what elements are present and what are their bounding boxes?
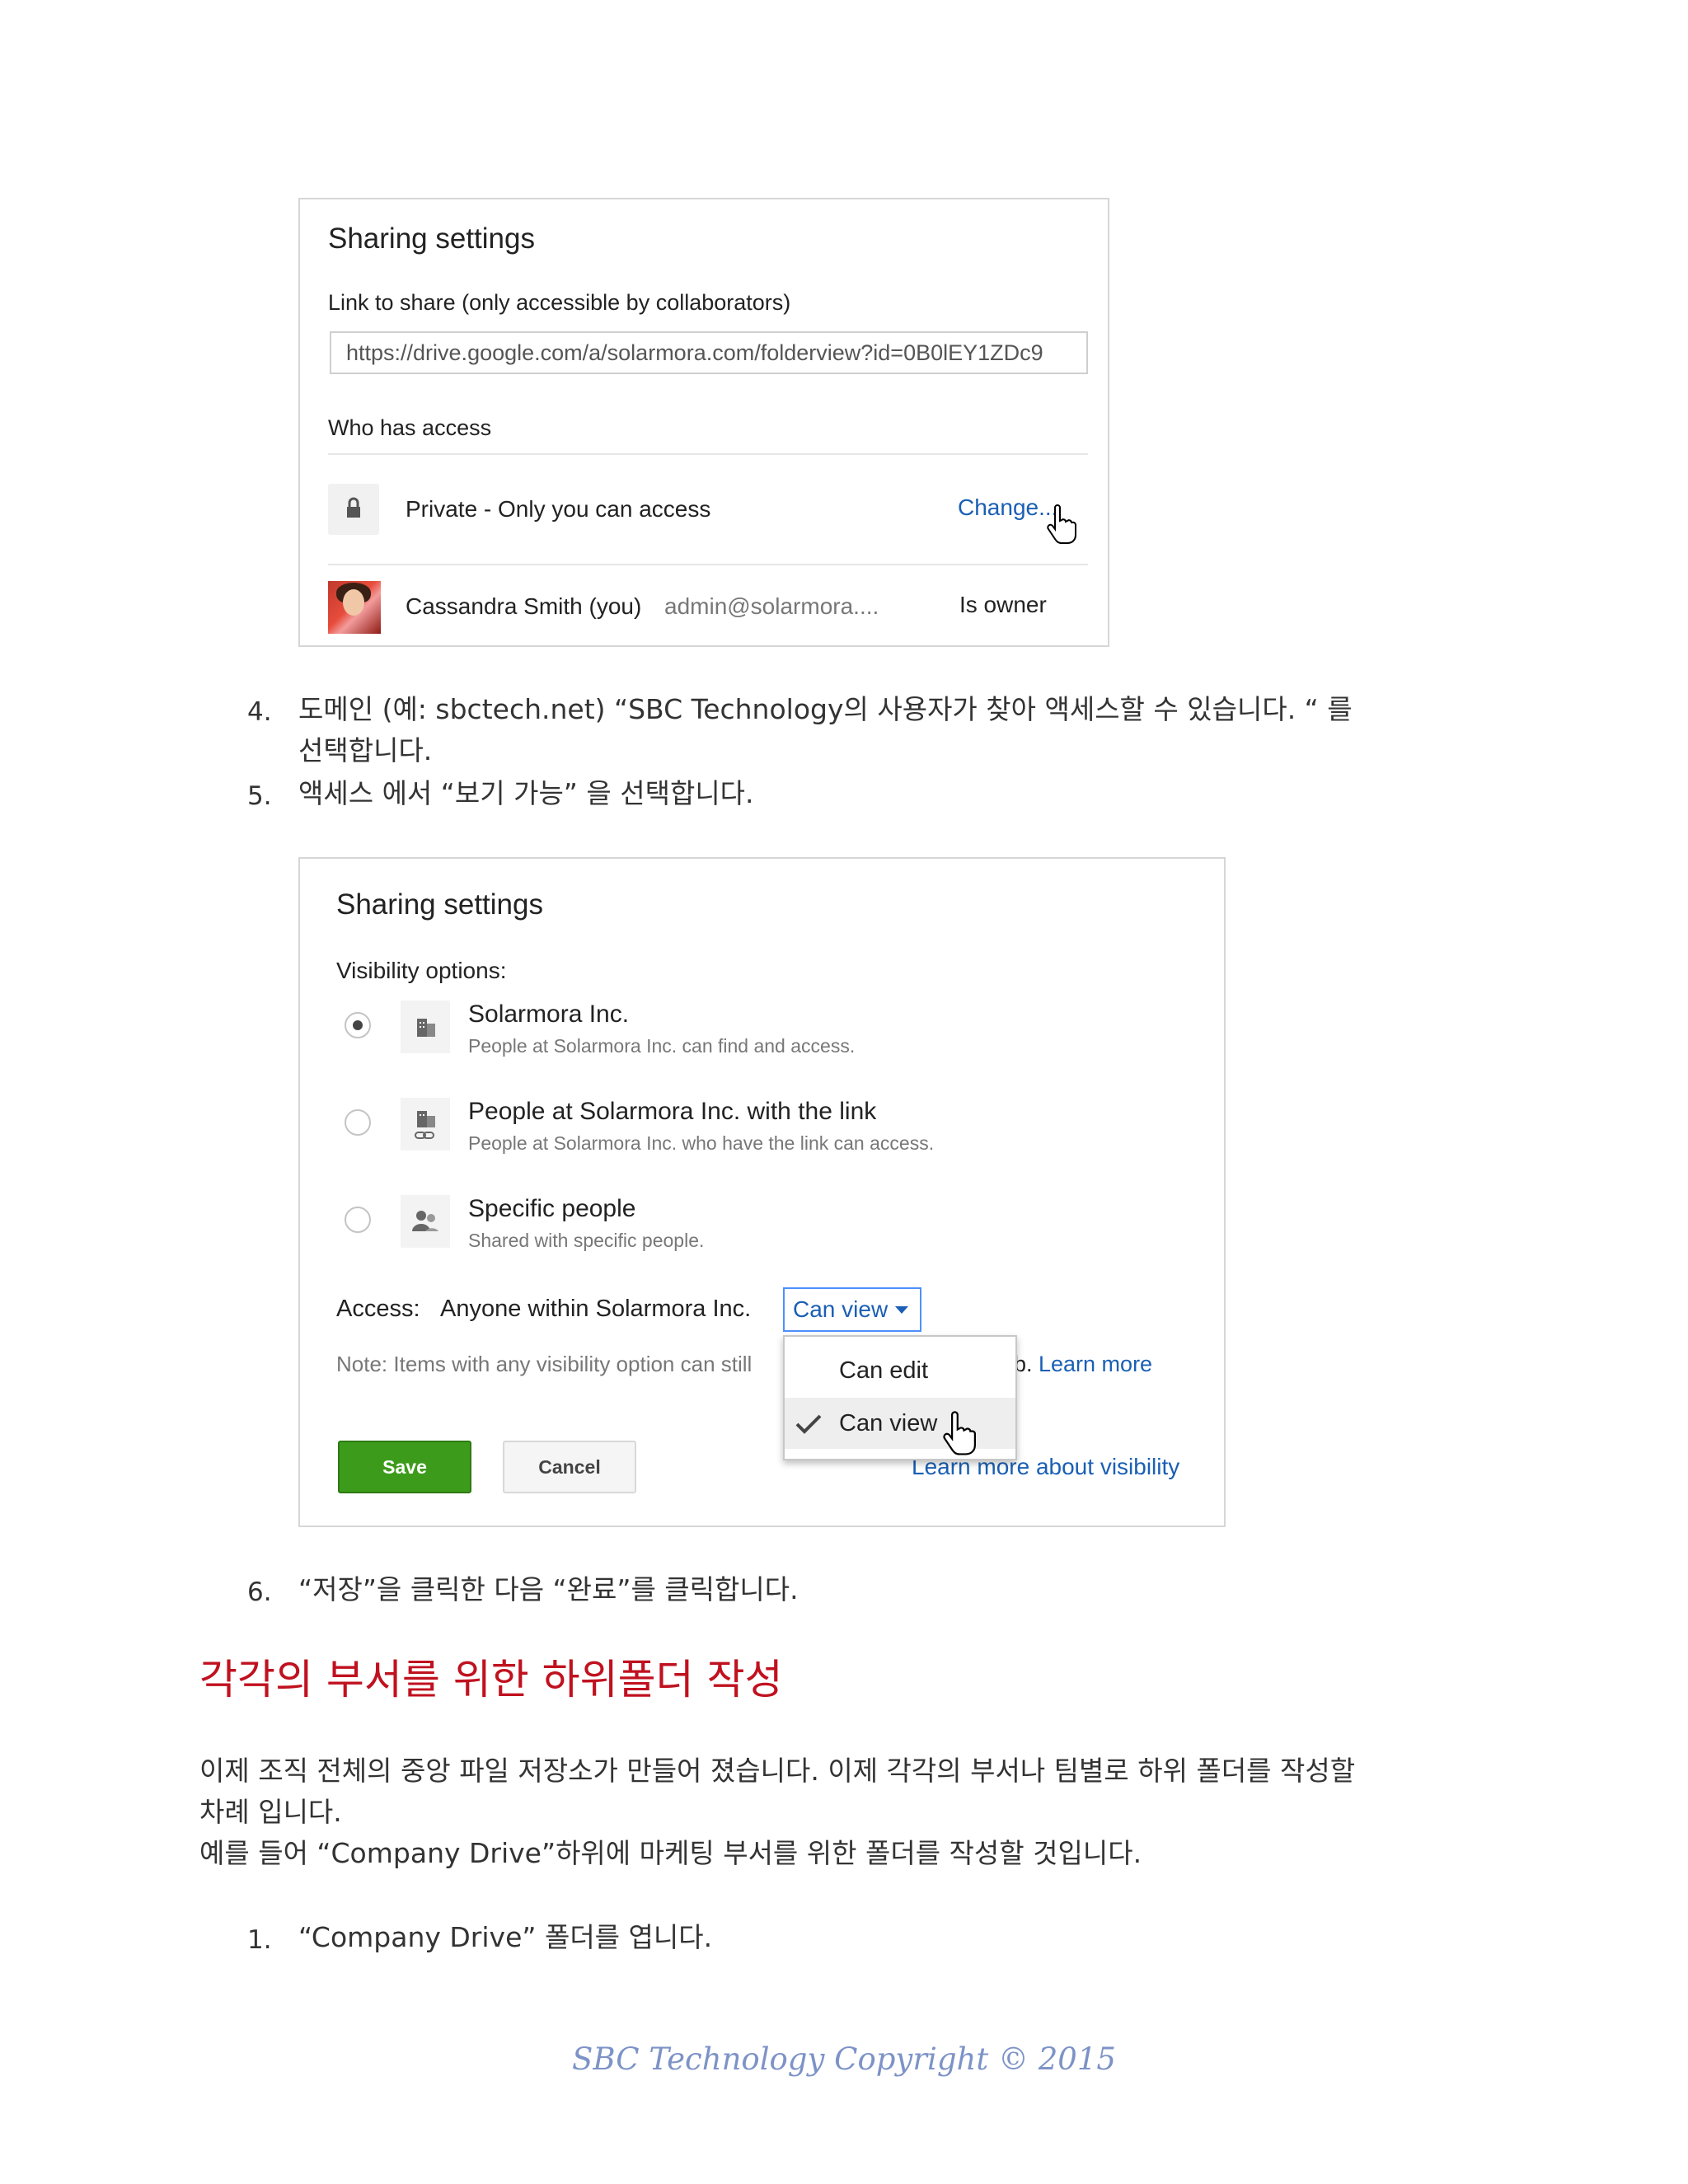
paragraph-line-3: 예를 들어 “Company Drive”하위에 마케팅 부서를 위한 폴더를 … <box>199 1837 1142 1869</box>
people-icon <box>412 1211 438 1231</box>
visibility-note: Note: Items with any visibility option c… <box>336 1352 753 1376</box>
who-has-access-label: Who has access <box>328 415 492 440</box>
panel1-title: Sharing settings <box>328 223 535 255</box>
option-description: People at Solarmora Inc. can find and ac… <box>468 1035 856 1057</box>
step-6-text: “저장”을 클릭한 다음 “완료”를 클릭합니다. <box>298 1573 799 1605</box>
owner-role: Is owner <box>959 592 1047 617</box>
dropdown-item-label: Can view <box>839 1410 938 1436</box>
building-icon-box <box>401 1001 450 1053</box>
step-number: 4. <box>247 697 272 727</box>
access-level-value: Can view <box>793 1296 889 1322</box>
step-number: 6. <box>247 1577 272 1607</box>
dropdown-item-can-edit[interactable]: Can edit <box>785 1345 1015 1396</box>
option-title: Solarmora Inc. <box>468 1001 630 1028</box>
change-link[interactable]: Change... <box>958 494 1057 521</box>
access-level-dropdown: Can edit Can view <box>783 1335 1017 1460</box>
sharing-settings-screenshot-2: Sharing settings Visibility options: Sol… <box>298 857 1226 1527</box>
hand-cursor-icon <box>943 1411 976 1455</box>
step-number: 5. <box>247 781 272 811</box>
radio-people-with-link[interactable] <box>345 1109 371 1136</box>
chevron-down-icon <box>895 1306 908 1314</box>
radio-solarmora-inc[interactable] <box>345 1012 371 1038</box>
option-title: Specific people <box>468 1195 636 1222</box>
lock-icon <box>347 497 360 518</box>
building-link-icon <box>415 1111 435 1139</box>
step-number: 1. <box>247 1925 272 1955</box>
paragraph-line-1: 이제 조직 전체의 중앙 파일 저장소가 만들어 졌습니다. 이제 각각의 부서… <box>199 1755 1356 1787</box>
radio-specific-people[interactable] <box>345 1207 371 1233</box>
divider <box>328 453 1088 455</box>
owner-email: admin@solarmora.... <box>664 593 879 619</box>
step-5-text: 액세스 에서 “보기 가능” 을 선택합니다. <box>298 777 754 809</box>
lock-icon-box <box>328 484 379 535</box>
building-link-icon-box <box>401 1098 450 1151</box>
learn-more-link[interactable]: Learn more <box>1039 1352 1152 1377</box>
option-description: Shared with specific people. <box>468 1230 705 1251</box>
sharing-settings-screenshot-1: Sharing settings Link to share (only acc… <box>298 198 1109 647</box>
divider <box>328 564 1088 565</box>
link-label: Link to share (only accessible by collab… <box>328 290 791 315</box>
section-heading: 각각의 부서를 위한 하위폴더 작성 <box>199 1656 783 1704</box>
paragraph-line-2: 차례 입니다. <box>199 1796 342 1828</box>
visibility-options-label: Visibility options: <box>336 958 507 983</box>
hand-cursor-icon <box>1047 504 1076 544</box>
panel2-title: Sharing settings <box>336 888 543 921</box>
access-level-select[interactable]: Can view <box>783 1287 921 1332</box>
cancel-button[interactable]: Cancel <box>503 1441 636 1493</box>
check-icon <box>795 1414 822 1434</box>
access-label: Access: <box>336 1296 420 1322</box>
avatar <box>328 581 381 634</box>
step-4-line-2: 선택합니다. <box>298 734 433 766</box>
option-title: People at Solarmora Inc. with the link <box>468 1098 877 1125</box>
private-access-text: Private - Only you can access <box>406 496 711 522</box>
access-scope: Anyone within Solarmora Inc. <box>440 1296 752 1322</box>
step-1-text: “Company Drive” 폴더를 엽니다. <box>298 1921 713 1953</box>
step-4-line-1: 도메인 (예: sbctech.net) “SBC Technology의 사용… <box>298 693 1353 725</box>
share-link-input[interactable]: https://drive.google.com/a/solarmora.com… <box>330 331 1088 374</box>
people-icon-box <box>401 1195 450 1248</box>
save-button[interactable]: Save <box>338 1441 471 1493</box>
option-description: People at Solarmora Inc. who have the li… <box>468 1132 935 1154</box>
copyright-footer: SBC Technology Copyright © 2015 <box>572 2041 1116 2077</box>
owner-name: Cassandra Smith (you) <box>406 593 642 619</box>
building-icon <box>417 1019 435 1037</box>
